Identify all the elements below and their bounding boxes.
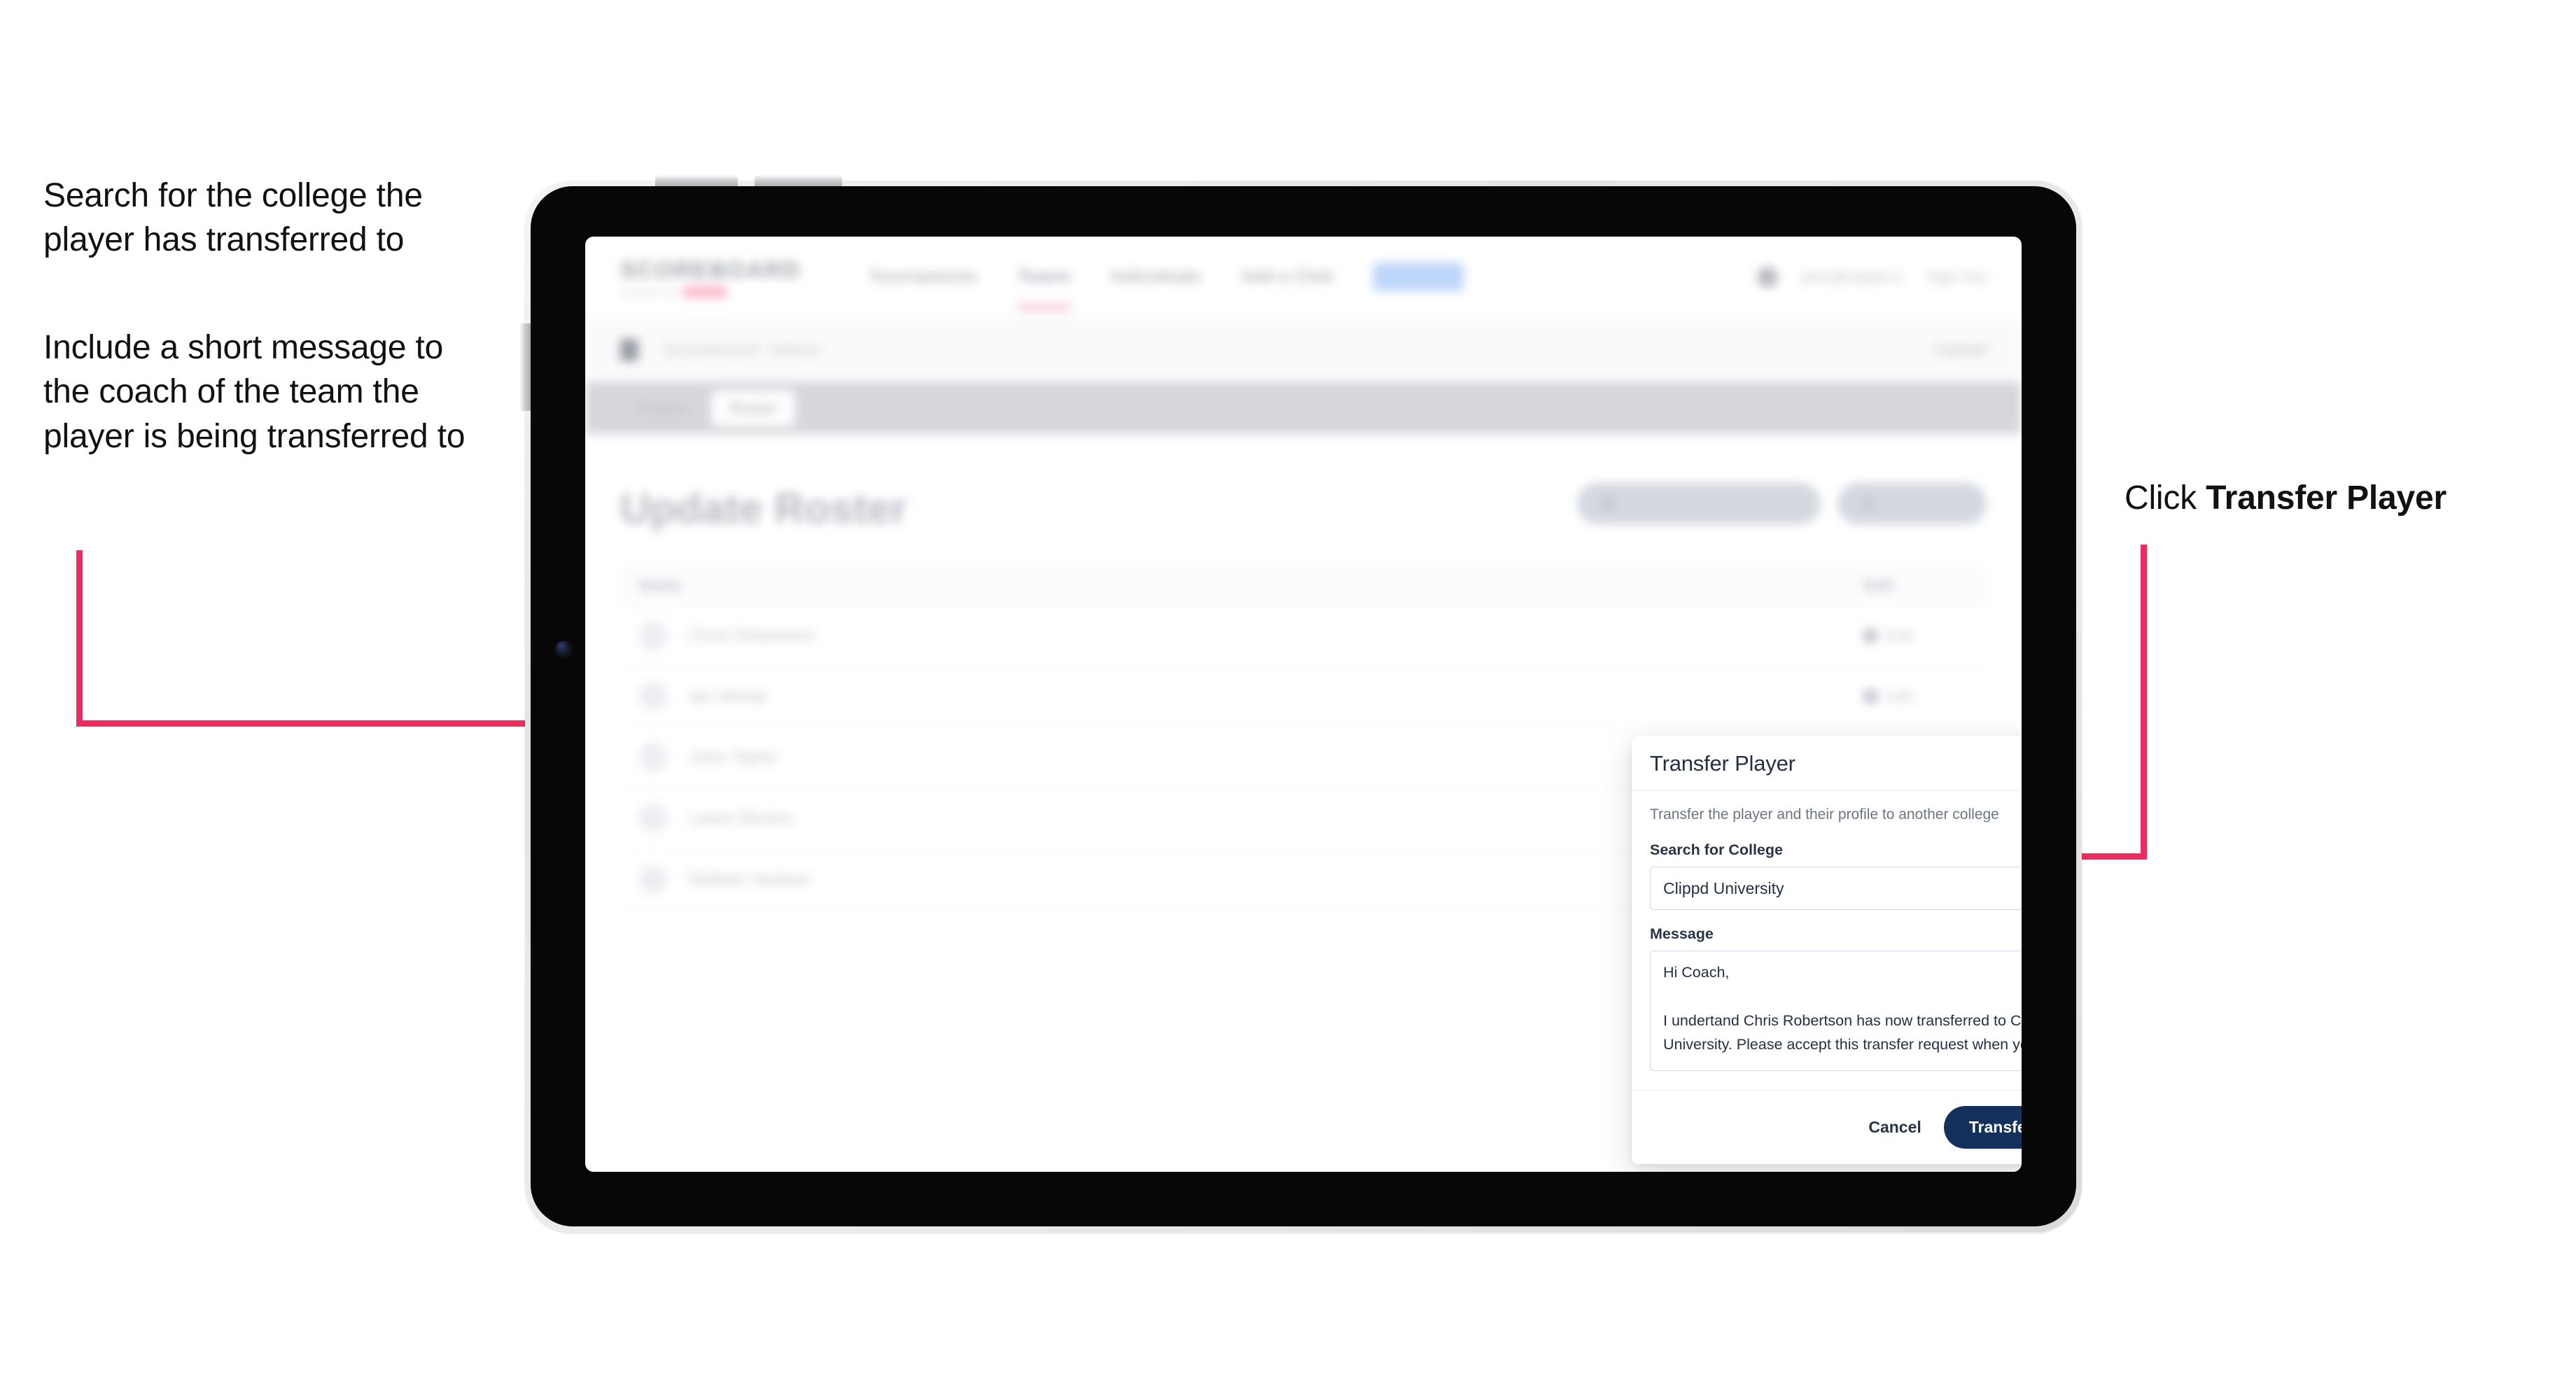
avatar (638, 804, 668, 833)
brand-badge: clippd (683, 286, 727, 298)
annotation-right-emphasis: Transfer Player (2206, 479, 2447, 517)
page-header-row: Update Roster Request Player Transfer Ad… (620, 468, 1987, 533)
annotation-include-message: Include a short message to the coach of … (43, 329, 465, 455)
context-cancel-link[interactable]: Cancel (1934, 340, 1987, 360)
add-player-button[interactable]: Add Player (1837, 483, 1987, 524)
annotation-search-college: Search for the college the player has tr… (43, 177, 423, 259)
avatar (638, 743, 668, 772)
player-name: Lewis Morton (689, 808, 793, 828)
tab-roster[interactable]: Roster (711, 390, 796, 426)
nav-item-teams[interactable]: Teams (1016, 267, 1072, 309)
cancel-button[interactable]: Cancel (1864, 1112, 1925, 1142)
nav-item-tournaments[interactable]: Tournaments (868, 267, 978, 287)
tab-details[interactable]: Details (620, 391, 706, 426)
refresh-icon (1601, 496, 1616, 511)
edit-label: Edit (1886, 687, 1914, 706)
avatar (638, 621, 668, 650)
transfer-player-dialog: Transfer Player Transfer the player and … (1632, 736, 2022, 1164)
transfer-player-button[interactable]: Transfer Player (1943, 1106, 2022, 1149)
player-name: Nathan Hudson (689, 869, 811, 889)
dialog-header: Transfer Player (1632, 736, 2022, 791)
nav-user-email: john@clippd.io (1801, 267, 1903, 286)
annotation-click-transfer-player: Click Transfer Player (2124, 476, 2558, 520)
building-icon (620, 338, 638, 361)
nav-item-admin[interactable]: Admin (1372, 262, 1464, 291)
table-row[interactable]: Ian Winter Edit (620, 666, 1987, 727)
edit-player-button[interactable]: Edit (1863, 626, 1968, 645)
dialog-description: Transfer the player and their profile to… (1650, 806, 1999, 822)
player-name: Ian Winter (689, 686, 769, 706)
brand-subtitle: powered by clippd (620, 286, 801, 298)
pencil-icon (1863, 690, 1877, 704)
tab-bar: Details Roster (585, 382, 2022, 434)
dialog-title: Transfer Player (1650, 751, 1795, 776)
brand-subtitle-text: powered by (620, 286, 678, 298)
tablet-screen: SCOREBOARD powered by clippd Tournaments … (585, 237, 2022, 1172)
page-title: Update Roster (620, 485, 908, 532)
power-button[interactable] (519, 323, 531, 411)
context-title: Scoreboard Admin (654, 339, 822, 360)
message-textarea[interactable] (1650, 951, 2022, 1071)
dialog-footer: Cancel Transfer Player (1632, 1090, 2022, 1164)
request-player-transfer-label: Request Player Transfer (1623, 494, 1798, 512)
column-header-name: Name (638, 576, 682, 594)
annotation-right-prefix: Click (2124, 479, 2206, 517)
front-camera-icon (556, 641, 571, 657)
request-player-transfer-button[interactable]: Request Player Transfer (1577, 483, 1821, 524)
table-row[interactable]: Chris Robertson Edit (620, 606, 1987, 666)
volume-up-button[interactable] (655, 175, 738, 186)
context-title-main: Scoreboard (662, 339, 760, 360)
avatar[interactable] (1756, 266, 1778, 288)
top-navbar: SCOREBOARD powered by clippd Tournaments … (585, 237, 2022, 318)
annotation-line-right-vertical (2141, 545, 2147, 860)
avatar (638, 682, 668, 711)
tablet-device-frame: SCOREBOARD powered by clippd Tournaments … (519, 175, 2082, 1232)
volume-down-button[interactable] (755, 175, 842, 186)
roster-row-identity: Chris Robertson (638, 621, 1863, 650)
avatar (638, 864, 668, 894)
brand-logo[interactable]: SCOREBOARD powered by clippd (620, 257, 801, 298)
screenshot-canvas: Search for the college the player has tr… (0, 0, 2576, 1386)
context-bar: Scoreboard Admin Cancel (585, 318, 2022, 382)
sign-out-link[interactable]: Sign Out (1926, 268, 1987, 286)
context-title-suffix: Admin (768, 339, 822, 360)
brand-name: SCOREBOARD (620, 256, 802, 283)
nav-item-add-a-club[interactable]: Add a Club (1241, 267, 1334, 287)
player-name: Chris Robertson (689, 625, 816, 645)
player-name: John Taylor (689, 747, 778, 767)
nav-right-cluster: john@clippd.io Sign Out (1756, 266, 1987, 288)
add-player-label: Add Player (1884, 494, 1963, 512)
roster-table-header: Name Edit (620, 566, 1987, 606)
college-field-label: Search for College (1650, 841, 1783, 858)
edit-player-button[interactable]: Edit (1863, 687, 1968, 706)
plus-icon (1861, 496, 1876, 511)
page-header-actions: Request Player Transfer Add Player (1577, 483, 1987, 524)
message-field-label: Message (1650, 925, 1714, 942)
nav-links: Tournaments Teams Individuals Add a Club… (868, 262, 1464, 309)
nav-item-individuals[interactable]: Individuals (1110, 267, 1202, 287)
search-college-input[interactable] (1650, 867, 2022, 910)
edit-label: Edit (1886, 626, 1914, 645)
annotation-line-left-vertical (76, 550, 83, 727)
pencil-icon (1863, 629, 1877, 643)
dialog-body: Transfer the player and their profile to… (1632, 791, 2022, 1090)
column-header-edit: Edit (1863, 576, 1894, 594)
tablet-bezel: SCOREBOARD powered by clippd Tournaments … (519, 175, 2076, 1226)
roster-row-identity: Ian Winter (638, 682, 1863, 711)
field-spacer (1650, 910, 2022, 925)
